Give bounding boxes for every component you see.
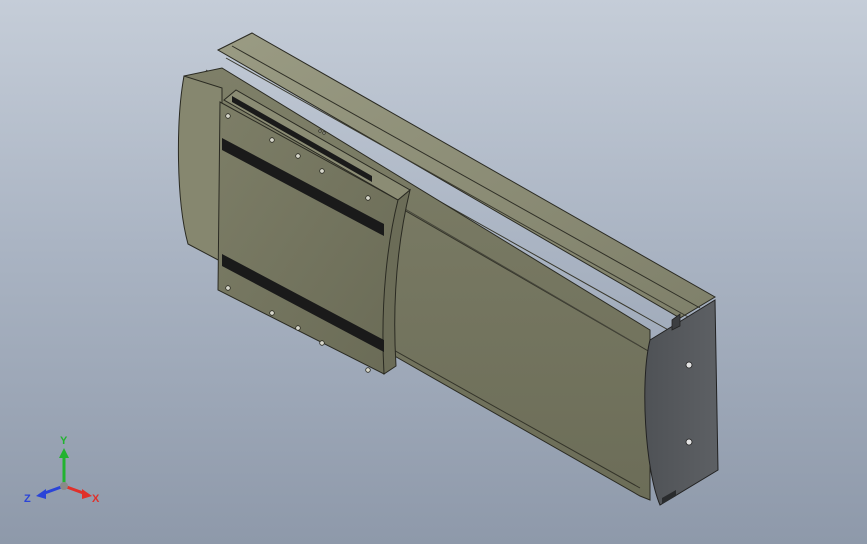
end-cap-right[interactable] — [644, 299, 719, 506]
triad-origin — [60, 482, 68, 490]
triad-z-arrow-icon — [36, 489, 46, 499]
triad-y-arrow-icon — [59, 448, 69, 458]
triad-x-label: X — [92, 493, 100, 505]
linear-actuator-model[interactable] — [0, 0, 867, 544]
orientation-triad[interactable]: Y X Z — [22, 430, 112, 510]
end-cap-face — [644, 299, 719, 506]
triad-y-label: Y — [60, 435, 68, 447]
triad-x-arrow-icon — [82, 489, 92, 499]
body-left-end — [177, 75, 223, 263]
triad-z-label: Z — [24, 493, 31, 505]
cad-viewport[interactable]: Y X Z — [0, 0, 867, 544]
